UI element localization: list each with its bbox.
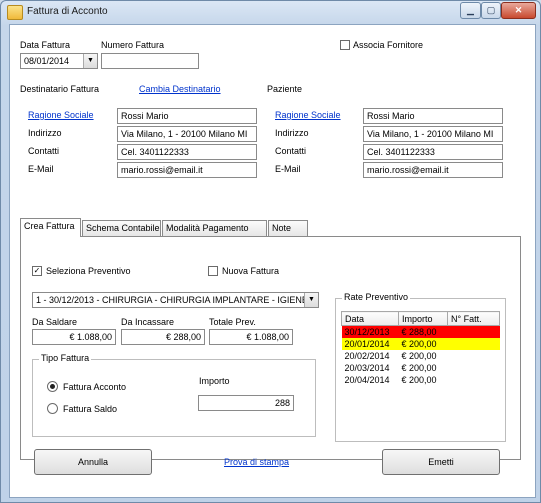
indirizzo-label: Indirizzo [28,128,62,138]
destinatario-ragione-sociale-field[interactable]: Rossi Mario [117,108,257,124]
destinatario-contatti-field[interactable]: Cel. 3401122333 [117,144,257,160]
totale-prev-label: Totale Prev. [209,317,256,327]
paziente-contatti-label: Contatti [275,146,307,156]
column-header-n-fatt[interactable]: N° Fatt. [447,311,500,326]
maximize-button[interactable]: ▢ [481,2,501,19]
rate-importo-cell: € 288,00 [401,327,437,337]
fattura-acconto-label: Fattura Acconto [63,382,127,392]
totale-prev-field[interactable]: € 1.088,00 [209,329,293,345]
crea-fattura-panel: ✓ Seleziona Preventivo Nuova Fattura 1 -… [20,236,521,460]
table-row[interactable]: 20/02/2014 € 200,00 [342,350,500,362]
data-fattura-label: Data Fattura [20,40,71,50]
rate-data-cell: 30/12/2013 [344,327,390,337]
rate-n-fatt-cell [448,326,500,339]
paziente-email-label: E-Mail [275,164,301,174]
column-header-data[interactable]: Data [341,311,399,326]
associa-fornitore-checkbox[interactable] [340,40,350,50]
table-row[interactable]: 20/03/2014 € 200,00 [342,362,500,374]
nuova-fattura-checkbox[interactable] [208,266,218,276]
paziente-ragione-sociale-link[interactable]: Ragione Sociale [275,110,341,120]
table-row[interactable]: 20/04/2014 € 200,00 [342,374,500,386]
fattura-saldo-radio[interactable] [47,403,58,414]
preventivo-select[interactable]: 1 - 30/12/2013 - CHIRURGIA - CHIRURGIA I… [32,292,319,308]
email-label: E-Mail [28,164,54,174]
da-saldare-label: Da Saldare [32,317,78,327]
fattura-acconto-radio[interactable] [47,381,58,392]
data-fattura-value: 08/01/2014 [24,56,70,66]
importo-input[interactable]: 288 [198,395,294,411]
rate-importo-cell: € 200,00 [401,351,437,361]
da-incassare-label: Da Incassare [121,317,175,327]
da-incassare-field[interactable]: € 288,00 [121,329,205,345]
window-title: Fattura di Acconto [27,6,108,17]
tipo-fattura-group: Tipo Fattura Fattura Acconto Fattura Sal… [32,353,316,437]
rate-preventivo-group: Rate Preventivo Data Importo N° Fatt. 30… [335,292,506,442]
emetti-button[interactable]: Emetti [382,449,500,475]
table-row[interactable]: 30/12/2013 € 288,00 [341,325,500,339]
chevron-down-icon[interactable]: ▼ [83,54,97,68]
data-fattura-picker[interactable]: 08/01/2014 ▼ [20,53,98,69]
window: Fattura di Acconto ▁ ▢ ✕ Data Fattura 08… [0,0,541,503]
destinatario-email-field[interactable]: mario.rossi@email.it [117,162,257,178]
tab-note[interactable]: Note [268,220,308,236]
rate-data-cell: 20/01/2014 [344,339,390,349]
rate-data-cell: 20/02/2014 [344,351,390,361]
numero-fattura-input[interactable] [101,53,199,69]
title-bar[interactable]: Fattura di Acconto ▁ ▢ ✕ [1,1,540,23]
rate-preventivo-table[interactable]: Data Importo N° Fatt. 30/12/2013 € 288,0… [341,311,500,386]
close-button[interactable]: ✕ [501,2,536,19]
associa-fornitore-label: Associa Fornitore [353,40,424,50]
rate-importo-cell: € 200,00 [401,363,437,373]
destinatario-heading: Destinatario Fattura [20,84,100,94]
cambia-destinatario-link[interactable]: Cambia Destinatario [139,84,221,94]
minimize-icon: ▁ [467,5,474,15]
table-row[interactable]: 20/01/2014 € 200,00 [341,338,500,350]
close-icon: ✕ [514,5,523,15]
rate-importo-cell: € 200,00 [401,339,437,349]
tipo-fattura-label: Tipo Fattura [39,353,92,363]
column-header-importo[interactable]: Importo [398,311,448,326]
maximize-icon: ▢ [486,5,496,15]
paziente-ragione-sociale-field[interactable]: Rossi Mario [363,108,503,124]
paziente-heading: Paziente [267,84,303,94]
checkmark-icon: ✓ [33,266,41,275]
tab-modalita-pagamento[interactable]: Modalità Pagamento [162,220,267,236]
nuova-fattura-label: Nuova Fattura [222,266,280,276]
annulla-button[interactable]: Annulla [34,449,152,475]
seleziona-preventivo-checkbox[interactable]: ✓ [32,266,42,276]
chevron-down-icon[interactable]: ▼ [304,293,318,307]
paziente-contatti-field[interactable]: Cel. 3401122333 [363,144,503,160]
rate-data-cell: 20/04/2014 [344,375,390,385]
contatti-label: Contatti [28,146,60,156]
app-icon [7,5,23,20]
prova-di-stampa-link[interactable]: Prova di stampa [224,457,289,467]
paziente-indirizzo-field[interactable]: Via Milano, 1 - 20100 Milano MI [363,126,503,142]
destinatario-indirizzo-field[interactable]: Via Milano, 1 - 20100 Milano MI [117,126,257,142]
importo-label: Importo [199,376,230,386]
form-body: Data Fattura 08/01/2014 ▼ Numero Fattura… [9,24,536,498]
preventivo-value: 1 - 30/12/2013 - CHIRURGIA - CHIRURGIA I… [36,295,304,305]
seleziona-preventivo-label: Seleziona Preventivo [46,266,131,276]
rate-preventivo-title: Rate Preventivo [342,292,411,302]
rate-n-fatt-cell [448,362,500,374]
numero-fattura-label: Numero Fattura [101,40,165,50]
ragione-sociale-link[interactable]: Ragione Sociale [28,110,94,120]
tab-schema-contabile[interactable]: Schema Contabile [82,220,161,236]
da-saldare-field[interactable]: € 1.088,00 [32,329,116,345]
minimize-button[interactable]: ▁ [460,2,481,19]
paziente-indirizzo-label: Indirizzo [275,128,309,138]
paziente-email-field[interactable]: mario.rossi@email.it [363,162,503,178]
rate-n-fatt-cell [448,338,500,350]
rate-importo-cell: € 200,00 [401,375,437,385]
fattura-saldo-label: Fattura Saldo [63,404,118,414]
rate-n-fatt-cell [448,350,500,362]
rate-data-cell: 20/03/2014 [344,363,390,373]
tab-crea-fattura[interactable]: Crea Fattura [20,218,81,237]
rate-n-fatt-cell [448,374,500,386]
